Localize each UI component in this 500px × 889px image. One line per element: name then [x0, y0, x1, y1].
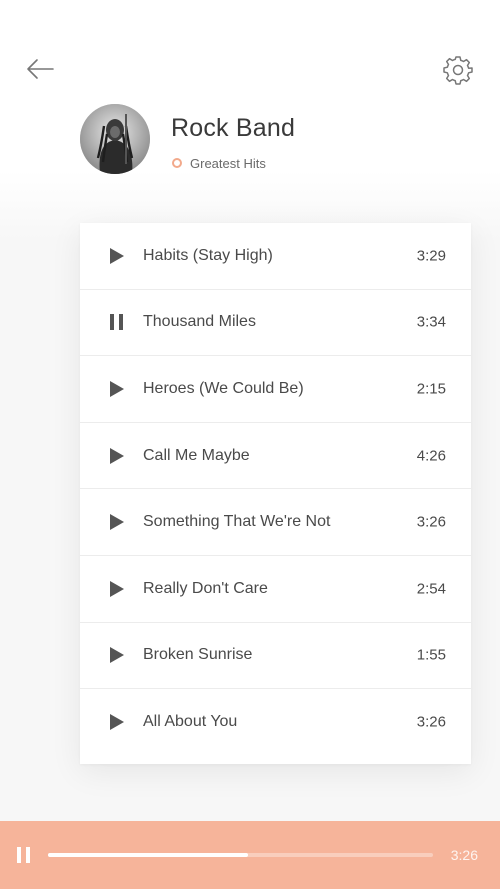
gear-icon	[443, 56, 473, 85]
track-title: Habits (Stay High)	[143, 246, 273, 264]
track-row[interactable]: Really Don't Care 2:54	[80, 556, 471, 623]
track-title: Broken Sunrise	[143, 646, 253, 664]
album-dot-icon	[172, 158, 182, 168]
track-row[interactable]: Thousand Miles 3:34	[80, 290, 471, 357]
track-row[interactable]: Heroes (We Could Be) 2:15	[80, 356, 471, 423]
artist-name: Rock Band	[171, 114, 296, 142]
track-title: All About You	[143, 713, 238, 731]
track-title: Thousand Miles	[143, 313, 256, 331]
album-name[interactable]: Greatest Hits	[190, 156, 266, 171]
album-line: Greatest Hits	[172, 155, 266, 171]
track-duration: 3:26	[416, 713, 446, 731]
track-title: Really Don't Care	[143, 579, 268, 597]
track-list: Habits (Stay High) 3:29 Thousand Miles 3…	[80, 223, 471, 764]
track-row[interactable]: Something That We're Not 3:26	[80, 489, 471, 556]
pause-icon	[17, 847, 30, 863]
track-row[interactable]: Call Me Maybe 4:26	[80, 423, 471, 490]
play-icon[interactable]	[108, 646, 126, 664]
track-row[interactable]: Broken Sunrise 1:55	[80, 623, 471, 690]
track-title: Call Me Maybe	[143, 446, 250, 464]
avatar	[80, 104, 150, 174]
track-duration: 3:26	[416, 513, 446, 531]
back-button[interactable]	[24, 54, 58, 84]
track-duration: 3:34	[416, 313, 446, 331]
track-duration: 2:54	[416, 580, 446, 598]
play-icon[interactable]	[108, 247, 126, 265]
settings-button[interactable]	[442, 54, 474, 86]
track-duration: 4:26	[416, 447, 446, 465]
track-duration: 2:15	[416, 380, 446, 398]
track-title: Heroes (We Could Be)	[143, 379, 304, 397]
progress-fill	[48, 853, 249, 857]
pause-icon[interactable]	[108, 313, 126, 331]
play-icon[interactable]	[108, 380, 126, 398]
play-icon[interactable]	[108, 580, 126, 598]
play-icon[interactable]	[108, 713, 126, 731]
track-duration: 1:55	[416, 646, 446, 664]
play-icon[interactable]	[108, 447, 126, 465]
player-time: 3:26	[450, 847, 478, 863]
arrow-left-icon	[27, 59, 54, 79]
progress-bar[interactable]	[48, 853, 433, 857]
track-row[interactable]: All About You 3:26	[80, 689, 471, 756]
play-icon[interactable]	[108, 513, 126, 531]
track-title: Something That We're Not	[143, 513, 331, 531]
player-pause-button[interactable]	[15, 845, 33, 865]
track-duration: 3:29	[416, 247, 446, 265]
artist-photo	[80, 104, 150, 174]
track-row[interactable]: Habits (Stay High) 3:29	[80, 223, 471, 290]
